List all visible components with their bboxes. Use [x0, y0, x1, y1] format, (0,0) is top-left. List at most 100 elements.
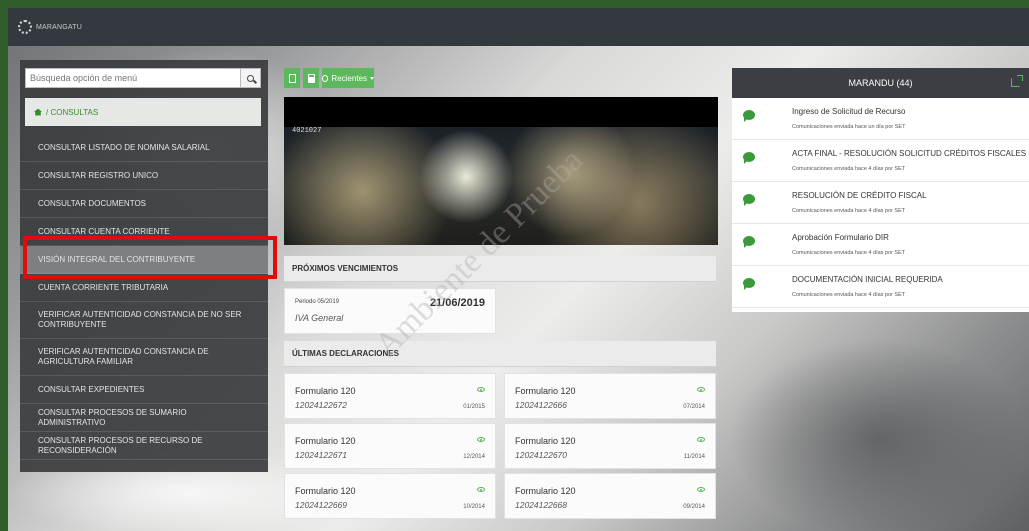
vencimiento-period: Periodo 05/2019 [295, 299, 340, 305]
notification-item[interactable]: Ingreso de Solicitud de Recurso Comunica… [732, 98, 1029, 140]
sidebar-item-label: VISIÓN INTEGRAL DEL CONTRIBUYENTE [38, 254, 196, 264]
calculator-button[interactable] [303, 68, 319, 88]
notification-item[interactable]: ACTA FINAL - RESOLUCIÓN SOLICITUD CRÉDIT… [732, 140, 1029, 182]
banner-image: 4021027 [284, 97, 718, 245]
sidebar-item-label: VERIFICAR AUTENTICIDAD CONSTANCIA DE NO … [38, 310, 242, 329]
eye-icon[interactable] [697, 437, 705, 442]
vencimientos-header: PRÓXIMOS VENCIMIENTOS [284, 256, 716, 282]
notification-title: Aprobación Formulario DIR [792, 233, 889, 242]
home-icon [34, 108, 42, 116]
logo-icon[interactable] [18, 20, 32, 34]
sidebar-item-label: CONSULTAR CUENTA CORRIENTE [38, 226, 170, 236]
declaracion-period: 09/2014 [683, 504, 705, 510]
declaracion-number: 12024122668 [515, 500, 568, 510]
app-name[interactable]: MARANGATU [36, 24, 82, 31]
recientes-label: Recientes [331, 73, 367, 83]
menu-search-input[interactable] [25, 68, 241, 88]
vencimiento-card[interactable]: Periodo 05/2019 IVA General 21/06/2019 [284, 288, 496, 334]
vencimiento-date: 21/06/2019 [429, 297, 485, 309]
sidebar-item-label: CONSULTAR DOCUMENTOS [38, 198, 147, 208]
sidebar-item-label: VERIFICAR AUTENTICIDAD CONSTANCIA DE AGR… [38, 347, 209, 366]
top-bar: MARANGATU [8, 8, 1029, 46]
sidebar-item-vision-integral[interactable]: VISIÓN INTEGRAL DEL CONTRIBUYENTE [20, 246, 268, 274]
declaracion-title: Formulario 120 [515, 486, 576, 496]
chat-bubble-icon [743, 110, 755, 122]
declaraciones-header: ÚLTIMAS DECLARACIONES [284, 341, 716, 367]
sidebar-item-sumario-administrativo[interactable]: CONSULTAR PROCESOS DE SUMARIO ADMINISTRA… [20, 404, 268, 432]
sidebar-item-no-contribuyente[interactable]: VERIFICAR AUTENTICIDAD CONSTANCIA DE NO … [20, 302, 268, 339]
notification-item[interactable]: RESOLUCIÓN DE CRÉDITO FISCAL Comunicacio… [732, 182, 1029, 224]
eye-icon[interactable] [477, 437, 485, 442]
banner-label: 4021027 [292, 127, 322, 135]
sidebar-item-agricultura-familiar[interactable]: VERIFICAR AUTENTICIDAD CONSTANCIA DE AGR… [20, 339, 268, 376]
eye-icon[interactable] [477, 487, 485, 492]
chat-bubble-icon [743, 194, 755, 206]
eye-icon[interactable] [697, 487, 705, 492]
breadcrumb-label: / CONSULTAS [46, 107, 99, 117]
sidebar-menu: / CONSULTAS CONSULTAR LISTADO DE NOMINA … [20, 60, 268, 472]
declaracion-period: 01/2015 [463, 404, 485, 410]
sidebar-item-label: CUENTA CORRIENTE TRIBUTARIA [38, 282, 169, 292]
caret-down-icon [370, 76, 374, 80]
notification-item[interactable]: DOCUMENTACIÓN INICIAL REQUERIDA Comunica… [732, 266, 1029, 308]
notification-title: DOCUMENTACIÓN INICIAL REQUERIDA [792, 275, 943, 284]
notification-subtitle: Comunicaciones enviada hace 4 días por S… [792, 208, 906, 214]
declaracion-card[interactable]: Formulario 120 12024122672 01/2015 [284, 373, 496, 419]
clock-icon [322, 74, 329, 82]
menu-list: CONSULTAR LISTADO DE NOMINA SALARIAL CON… [20, 134, 268, 460]
declaracion-number: 12024122671 [295, 450, 348, 460]
declaracion-card[interactable]: Formulario 120 12024122669 10/2014 [284, 473, 496, 519]
recientes-dropdown[interactable]: Recientes [322, 68, 374, 88]
sidebar-item-label: CONSULTAR REGISTRO UNICO [38, 170, 159, 180]
declaracion-number: 12024122672 [295, 400, 348, 410]
sidebar-item-cuenta-corriente[interactable]: CONSULTAR CUENTA CORRIENTE [20, 218, 268, 246]
vencimiento-tax: IVA General [295, 313, 344, 323]
eye-icon[interactable] [477, 387, 485, 392]
declaracion-card[interactable]: Formulario 120 12024122670 11/2014 [504, 423, 716, 469]
marandu-panel: MARANDU (44) Ingreso de Solicitud de Rec… [732, 68, 1029, 312]
declaracion-card[interactable]: Formulario 120 12024122668 09/2014 [504, 473, 716, 519]
breadcrumb[interactable]: / CONSULTAS [25, 98, 261, 126]
notification-subtitle: Comunicaciones enviada hace 4 días por S… [792, 250, 906, 256]
declaracion-card[interactable]: Formulario 120 12024122666 07/2014 [504, 373, 716, 419]
sidebar-item-label: CONSULTAR EXPEDIENTES [38, 384, 145, 394]
declaraciones-title: ÚLTIMAS DECLARACIONES [292, 349, 399, 358]
declaracion-title: Formulario 120 [295, 486, 356, 496]
declaracion-title: Formulario 120 [295, 386, 356, 396]
background-shadow [728, 338, 1028, 531]
notification-item[interactable]: Aprobación Formulario DIR Comunicaciones… [732, 224, 1029, 266]
declaracion-period: 11/2014 [683, 454, 705, 460]
eye-icon[interactable] [697, 387, 705, 392]
notification-title: ACTA FINAL - RESOLUCIÓN SOLICITUD CRÉDIT… [792, 149, 1027, 158]
declaracion-title: Formulario 120 [515, 436, 576, 446]
notification-subtitle: Comunicaciones enviada hace 4 días por S… [792, 292, 906, 298]
app-window: MARANGATU / CONSULTAS CONSULTAR LISTADO … [8, 8, 1029, 531]
menu-search [25, 68, 261, 88]
city-night-photo [284, 127, 718, 245]
menu-search-button[interactable] [241, 68, 261, 88]
declaracion-number: 12024122666 [515, 400, 568, 410]
declaracion-title: Formulario 120 [515, 386, 576, 396]
quick-toolbar: Recientes [284, 68, 374, 88]
declaracion-period: 07/2014 [683, 404, 705, 410]
chat-bubble-icon [743, 278, 755, 290]
sidebar-item-cuenta-tributaria[interactable]: CUENTA CORRIENTE TRIBUTARIA [20, 274, 268, 302]
notification-subtitle: Comunicaciones enviada hace 4 días por S… [792, 166, 906, 172]
declaracion-card[interactable]: Formulario 120 12024122671 12/2014 [284, 423, 496, 469]
sidebar-item-recurso-reconsideracion[interactable]: CONSULTAR PROCESOS DE RECURSO DE RECONSI… [20, 432, 268, 460]
declaracion-period: 12/2014 [463, 454, 485, 460]
calculator-icon [307, 73, 315, 83]
declaracion-number: 12024122670 [515, 450, 568, 460]
sidebar-item-nomina-salarial[interactable]: CONSULTAR LISTADO DE NOMINA SALARIAL [20, 134, 268, 162]
vencimientos-title: PRÓXIMOS VENCIMIENTOS [292, 264, 399, 273]
sidebar-item-label: CONSULTAR PROCESOS DE SUMARIO ADMINISTRA… [38, 407, 187, 427]
document-icon [288, 73, 296, 83]
notification-title: RESOLUCIÓN DE CRÉDITO FISCAL [792, 191, 927, 200]
notification-subtitle: Comunicaciones enviada hace un día por S… [792, 124, 906, 130]
sidebar-item-documentos[interactable]: CONSULTAR DOCUMENTOS [20, 190, 268, 218]
sidebar-item-registro-unico[interactable]: CONSULTAR REGISTRO UNICO [20, 162, 268, 190]
sidebar-item-label: CONSULTAR LISTADO DE NOMINA SALARIAL [38, 142, 210, 152]
new-document-button[interactable] [284, 68, 300, 88]
sidebar-item-expedientes[interactable]: CONSULTAR EXPEDIENTES [20, 376, 268, 404]
external-link-icon[interactable] [1011, 75, 1023, 87]
